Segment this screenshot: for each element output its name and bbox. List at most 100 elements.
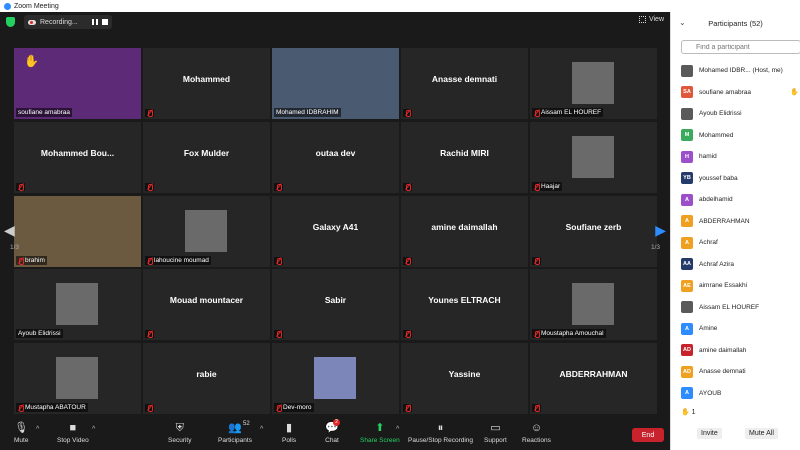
participant-name: Aissam EL HOUREF [699,303,760,311]
tile-label-name: Aissam EL HOUREF [541,109,602,116]
participant-row[interactable]: A ABDERRAHMAN [671,211,800,233]
video-tile[interactable]: Aissam EL HOUREF [530,48,657,119]
page-indicator-right: 1/3 [650,244,660,251]
zoom-window: Zoom Meeting Recording... View ✋ soufiane… [0,0,800,450]
video-tile[interactable]: brahim [14,196,141,267]
chat-button[interactable]: 💬 2 Chat [325,419,340,444]
video-tile[interactable]: ABDERRAHMAN [530,343,657,414]
participant-name: Amine [699,325,718,333]
tile-label: Ayoub Elidrissi [16,329,63,338]
raised-hand-icon: ✋ [681,409,690,416]
video-tile[interactable]: Mouad mountacer [143,269,270,340]
audio-options-caret[interactable]: ^ [36,426,39,433]
video-tile[interactable]: Rachid MIRI [401,122,528,193]
video-tile[interactable]: Mohammed [143,48,270,119]
video-tile[interactable]: Younes ELTRACH [401,269,528,340]
video-tile[interactable]: Galaxy A41 [272,196,399,267]
tile-label [532,404,541,412]
shield-icon[interactable] [6,17,15,27]
participant-list: Mohamed IDBR... (Host, me) SA soufiane ama… [671,60,800,404]
security-label: Security [168,437,192,444]
video-tile[interactable]: Yassine [401,343,528,414]
video-tile[interactable]: rabie [143,343,270,414]
tile-label: Dev-moro [274,403,314,412]
next-page-icon[interactable]: ▶ [655,222,666,239]
tile-participant-name: Yassine [448,369,481,379]
participant-row[interactable]: AD Anasse demnati [671,361,800,383]
video-tile[interactable]: Sabir [272,269,399,340]
muted-microphone-icon [147,405,153,412]
reactions-button[interactable]: ☺ Reactions [522,422,551,444]
polls-button[interactable]: ▮ Polls [282,422,296,444]
participants-count: 52 [243,421,250,427]
participant-row[interactable]: YB youssef baba [671,168,800,190]
participant-avatar [681,301,693,314]
participant-row[interactable]: Hhamid [671,146,800,168]
tile-label-name: Moustapha Amouchal [541,330,604,337]
participant-avatar: AE [681,279,693,292]
tile-label [145,404,154,412]
video-tile[interactable]: Ayoub Elidrissi [14,269,141,340]
participant-name: amine daimallah [699,346,747,354]
participant-name: aimrane Essakhi [699,282,748,290]
stop-recording-icon[interactable] [102,19,108,25]
previous-page-icon[interactable]: ◀ [4,222,15,239]
tile-label [145,109,154,117]
participant-row[interactable]: AA Achraf Azira [671,254,800,276]
view-button[interactable]: View [638,16,664,23]
share-screen-button[interactable]: ⬆ Share Screen [360,422,400,444]
participants-options-caret[interactable]: ^ [260,426,263,433]
participant-search-input[interactable] [681,40,800,54]
video-options-caret[interactable]: ^ [92,426,95,433]
collapse-chevron-icon[interactable]: ⌄ [679,18,686,27]
muted-microphone-icon [534,405,540,412]
video-tile[interactable]: Dev-moro [272,343,399,414]
tile-label: Haajar [532,182,563,191]
video-tile[interactable]: Mohamed IDBRAHIM [272,48,399,119]
participant-row[interactable]: A AYOUB [671,383,800,405]
support-button[interactable]: ▭ Support [484,422,507,444]
participant-row[interactable]: A Achraf [671,232,800,254]
participant-row[interactable]: AD amine daimallah [671,340,800,362]
stop-video-button[interactable]: ■ Stop Video [57,422,89,444]
video-tile[interactable]: Moustapha Amouchal [530,269,657,340]
security-button[interactable]: ⛨ Security [168,422,191,444]
video-grid-area: Recording... View ✋ soufiane amabraa Moham… [0,12,670,416]
video-tile[interactable]: outaa dev [272,122,399,193]
video-tile[interactable]: ✋ soufiane amabraa [14,48,141,119]
participant-row[interactable]: AE aimrane Essakhi [671,275,800,297]
participant-row[interactable]: Mohamed IDBR... (Host, me) [671,60,800,82]
video-tile[interactable]: Mustapha ABATOUR [14,343,141,414]
muted-microphone-icon [405,110,411,117]
participant-row[interactable]: SA soufiane amabraa ✋ [671,82,800,104]
participant-row[interactable]: A Amine [671,318,800,340]
mute-button[interactable]: 🎙 Mute [14,422,28,444]
end-meeting-button[interactable]: End [632,428,664,442]
video-tile[interactable]: Fox Mulder [143,122,270,193]
participant-row[interactable]: Ayoub Elidrissi [671,103,800,125]
tile-label-name: Mohamed IDBRAHIM [276,109,339,116]
participant-name: AYOUB [699,389,722,397]
pause-recording-icon[interactable] [92,19,98,25]
polls-label: Polls [282,437,297,444]
participant-avatar: A [681,215,693,228]
mute-all-button[interactable]: Mute All [745,428,778,439]
participant-row[interactable]: M Mohammed [671,125,800,147]
video-tile[interactable]: Mohammed Bou... [14,122,141,193]
participant-row[interactable]: Aissam EL HOUREF [671,297,800,319]
video-tile[interactable]: Haajar [530,122,657,193]
video-tile[interactable]: amine daimallah [401,196,528,267]
title-bar: Zoom Meeting [0,0,800,12]
tile-label: Aissam EL HOUREF [532,108,604,117]
pause-stop-recording-button[interactable]: ⏸ Pause/Stop Recording [408,422,473,444]
video-tile[interactable]: Soufiane zerb [530,196,657,267]
video-tile[interactable]: lahoucine moumad [143,196,270,267]
participant-row[interactable]: Aabdelhamid [671,189,800,211]
muted-microphone-icon [276,184,282,191]
participant-avatar: AA [681,258,693,271]
tile-participant-name: Mohammed Bou... [40,148,115,158]
video-tile[interactable]: Anasse demnati [401,48,528,119]
share-options-caret[interactable]: ^ [396,426,399,433]
invite-button[interactable]: Invite [697,428,722,439]
window-title: Zoom Meeting [14,2,59,10]
